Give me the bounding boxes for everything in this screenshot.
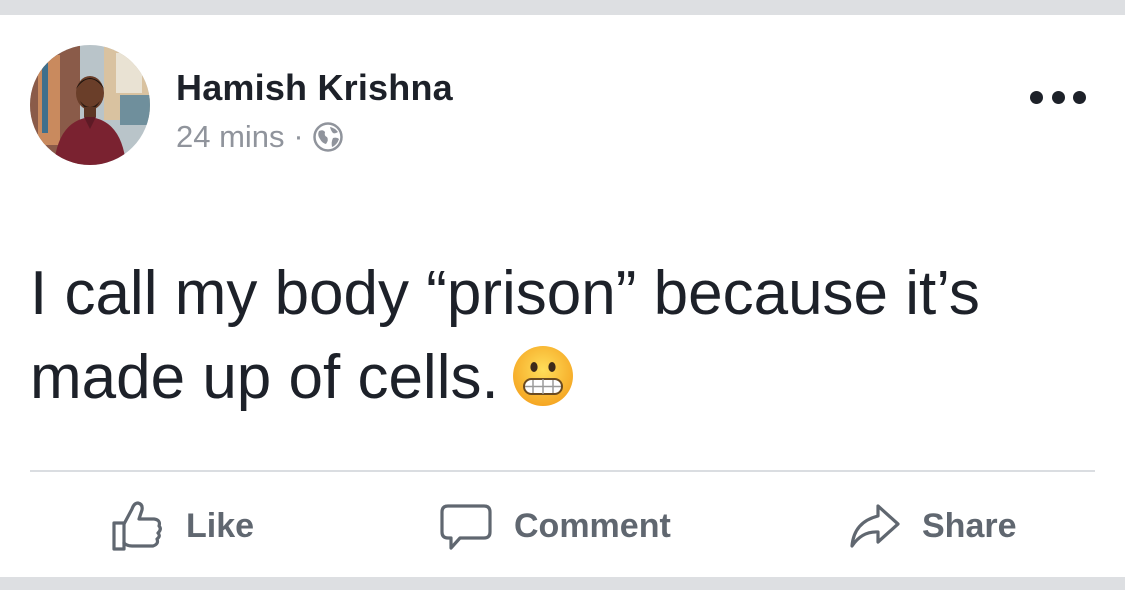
actions-divider [30,470,1095,472]
globe-icon [312,122,343,152]
feed-separator-top [0,0,1125,15]
more-dot [1073,90,1086,104]
share-label: Share [922,506,1017,545]
post-timestamp[interactable]: 24 mins [176,119,285,155]
grimacing-face-icon [511,344,575,408]
post-text-line-1: I call my body “prison” because it’s [30,259,980,328]
post-text-line-2-text: made up of cells. [30,343,499,412]
feed-separator-bottom [0,577,1125,590]
comment-label: Comment [514,506,671,545]
comment-bubble-icon [438,498,494,554]
post-text-line-2: made up of cells. [30,336,1105,420]
share-button[interactable]: Share [846,496,1017,556]
comment-button[interactable]: Comment [438,496,671,556]
post-meta: 24 mins · [176,117,343,157]
thumbs-up-icon [110,498,166,554]
more-options-button[interactable] [1030,84,1086,110]
meta-separator: · [293,120,304,153]
author-name[interactable]: Hamish Krishna [176,66,453,110]
like-label: Like [186,506,255,545]
avatar[interactable] [30,45,150,165]
more-dot [1030,90,1043,104]
post-text: I call my body “prison” because it’s mad… [30,252,1105,420]
more-dot [1051,90,1065,104]
like-button[interactable]: Like [110,496,254,556]
share-arrow-icon [846,498,902,554]
